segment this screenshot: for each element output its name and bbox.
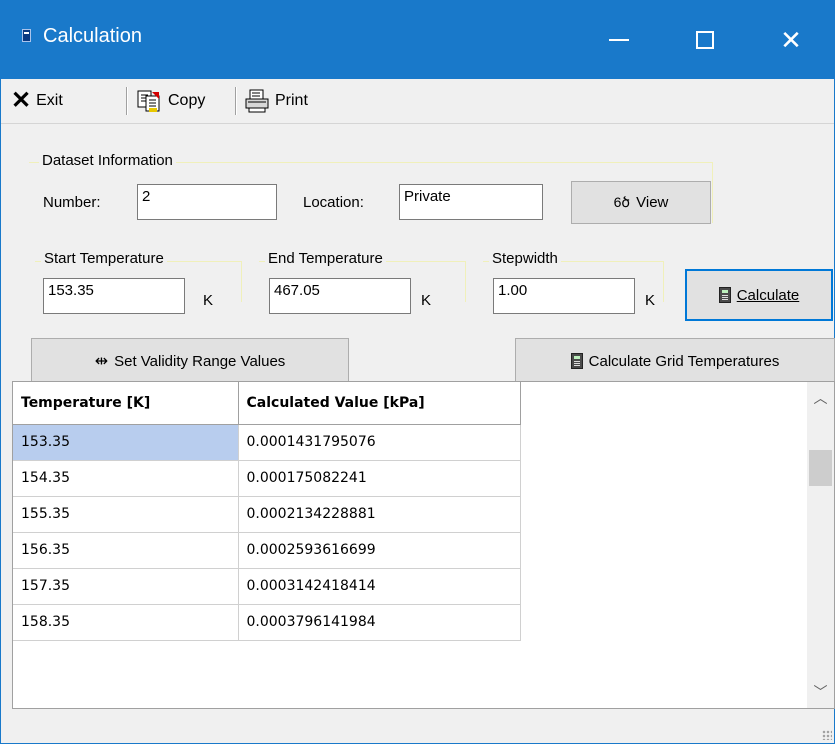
toolbar: ✕ Exit Copy Print [1, 80, 834, 122]
location-label: Location: [303, 194, 364, 211]
close-button[interactable]: ✕ [754, 11, 828, 69]
start-temperature-label: Start Temperature [41, 250, 167, 267]
value-cell[interactable]: 0.0003142418414 [238, 568, 521, 605]
title-bar[interactable]: Calculation ✕ [1, 1, 834, 79]
minimize-button[interactable] [582, 11, 656, 69]
resize-grip-icon[interactable] [822, 730, 832, 740]
value-cell[interactable]: 0.0002593616699 [238, 532, 521, 569]
window-title: Calculation [43, 25, 142, 47]
start-unit-label: K [203, 292, 214, 309]
end-unit-label: K [421, 292, 432, 309]
temperature-cell[interactable]: 156.35 [13, 532, 239, 569]
location-field[interactable]: Private [399, 184, 543, 220]
view-button[interactable]: 6ծ View [571, 181, 711, 224]
stepwidth-label: Stepwidth [489, 250, 561, 267]
table-row[interactable]: 155.35 0.0002134228881 [13, 496, 521, 533]
view-label: View [636, 194, 669, 211]
calculator-icon [718, 287, 731, 303]
status-bar [12, 709, 835, 743]
table-row[interactable]: 154.35 0.000175082241 [13, 460, 521, 497]
toolbar-divider [1, 123, 834, 124]
value-cell[interactable]: 0.0002134228881 [238, 496, 521, 533]
calculate-grid-temperatures-label: Calculate Grid Temperatures [588, 352, 780, 370]
header-row: Temperature [K] Calculated Value [kPa] [13, 382, 521, 425]
start-temperature-field[interactable]: 153.35 [43, 278, 185, 314]
app-icon [22, 29, 31, 42]
calculate-grid-temperatures-button[interactable]: Calculate Grid Temperatures [515, 338, 835, 384]
temperature-cell[interactable]: 154.35 [13, 460, 239, 497]
step-unit-label: K [645, 292, 656, 309]
minimize-icon [609, 39, 629, 41]
print-icon [245, 89, 269, 113]
calculation-window: Calculation ✕ ✕ Exit Copy Print Dataset … [0, 0, 835, 744]
glasses-icon: 6ծ [613, 194, 631, 210]
exit-x-icon: ✕ [11, 87, 32, 114]
toolbar-separator [235, 87, 237, 115]
table-row[interactable]: 157.35 0.0003142418414 [13, 568, 521, 605]
number-field[interactable]: 2 [137, 184, 277, 220]
print-button[interactable]: Print [244, 85, 308, 117]
results-table: Temperature [K] Calculated Value [kPa] 1… [13, 382, 521, 641]
results-grid[interactable]: Temperature [K] Calculated Value [kPa] 1… [12, 381, 835, 709]
table-row[interactable]: 158.35 0.0003796141984 [13, 604, 521, 641]
temperature-cell[interactable]: 153.35 [13, 424, 239, 461]
print-label: Print [275, 92, 308, 109]
value-cell[interactable]: 0.0001431795076 [238, 424, 521, 461]
exit-label: Exit [36, 92, 63, 109]
calculator-icon [570, 353, 583, 369]
maximize-icon [696, 31, 714, 49]
number-label: Number: [43, 194, 101, 211]
copy-button[interactable]: Copy [137, 85, 205, 117]
maximize-button[interactable] [668, 11, 742, 69]
calculate-label: Calculate [736, 286, 800, 304]
toolbar-separator [126, 87, 128, 115]
value-cell[interactable]: 0.0003796141984 [238, 604, 521, 641]
close-icon: ✕ [780, 25, 802, 55]
scroll-down-icon[interactable]: ﹀ [807, 680, 834, 704]
value-cell[interactable]: 0.000175082241 [238, 460, 521, 497]
temperature-cell[interactable]: 155.35 [13, 496, 239, 533]
range-arrows-icon: ⇹ [94, 353, 109, 370]
exit-button[interactable]: ✕ Exit [11, 85, 63, 117]
dataset-group-label: Dataset Information [39, 152, 176, 169]
set-validity-range-label: Set Validity Range Values [114, 352, 286, 370]
table-row[interactable]: 153.35 0.0001431795076 [13, 424, 521, 461]
temperature-cell[interactable]: 157.35 [13, 568, 239, 605]
column-header-calculated-value[interactable]: Calculated Value [kPa] [238, 382, 521, 425]
column-header-temperature[interactable]: Temperature [K] [13, 382, 239, 425]
scroll-thumb[interactable] [809, 450, 832, 486]
vertical-scrollbar[interactable]: ︿ ﹀ [807, 382, 834, 708]
end-temperature-field[interactable]: 467.05 [269, 278, 411, 314]
scroll-up-icon[interactable]: ︿ [807, 386, 834, 410]
temperature-cell[interactable]: 158.35 [13, 604, 239, 641]
table-row[interactable]: 156.35 0.0002593616699 [13, 532, 521, 569]
stepwidth-field[interactable]: 1.00 [493, 278, 635, 314]
calculate-button[interactable]: Calculate [685, 269, 833, 321]
set-validity-range-button[interactable]: ⇹ Set Validity Range Values [31, 338, 349, 384]
copy-icon [137, 90, 160, 112]
copy-label: Copy [168, 92, 206, 109]
end-temperature-label: End Temperature [265, 250, 386, 267]
